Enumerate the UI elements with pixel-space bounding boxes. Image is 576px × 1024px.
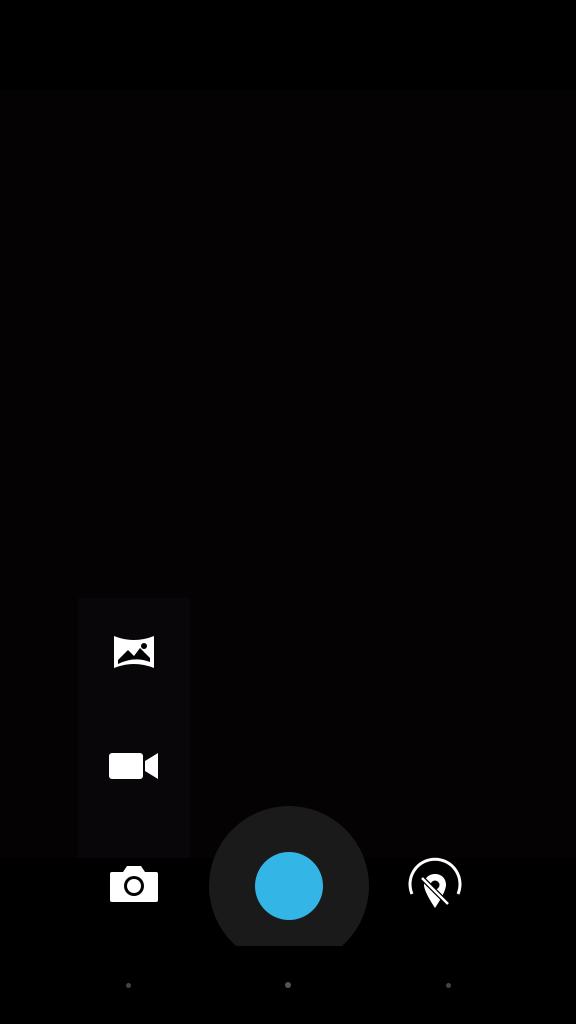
camera-screen [0, 0, 576, 1024]
panorama-mode-button[interactable] [104, 624, 164, 684]
mode-switcher-panel [78, 598, 190, 858]
video-mode-button[interactable] [104, 738, 164, 798]
camera-icon [109, 864, 159, 908]
panorama-icon [112, 634, 156, 674]
settings-button[interactable] [404, 852, 466, 918]
nav-home-dot[interactable] [285, 982, 291, 988]
nav-back-dot[interactable] [126, 983, 131, 988]
shutter-button[interactable] [255, 852, 323, 920]
video-camera-icon [108, 751, 160, 785]
nav-recents-dot[interactable] [446, 983, 451, 988]
photo-mode-button[interactable] [104, 856, 164, 916]
settings-icon [404, 857, 466, 922]
